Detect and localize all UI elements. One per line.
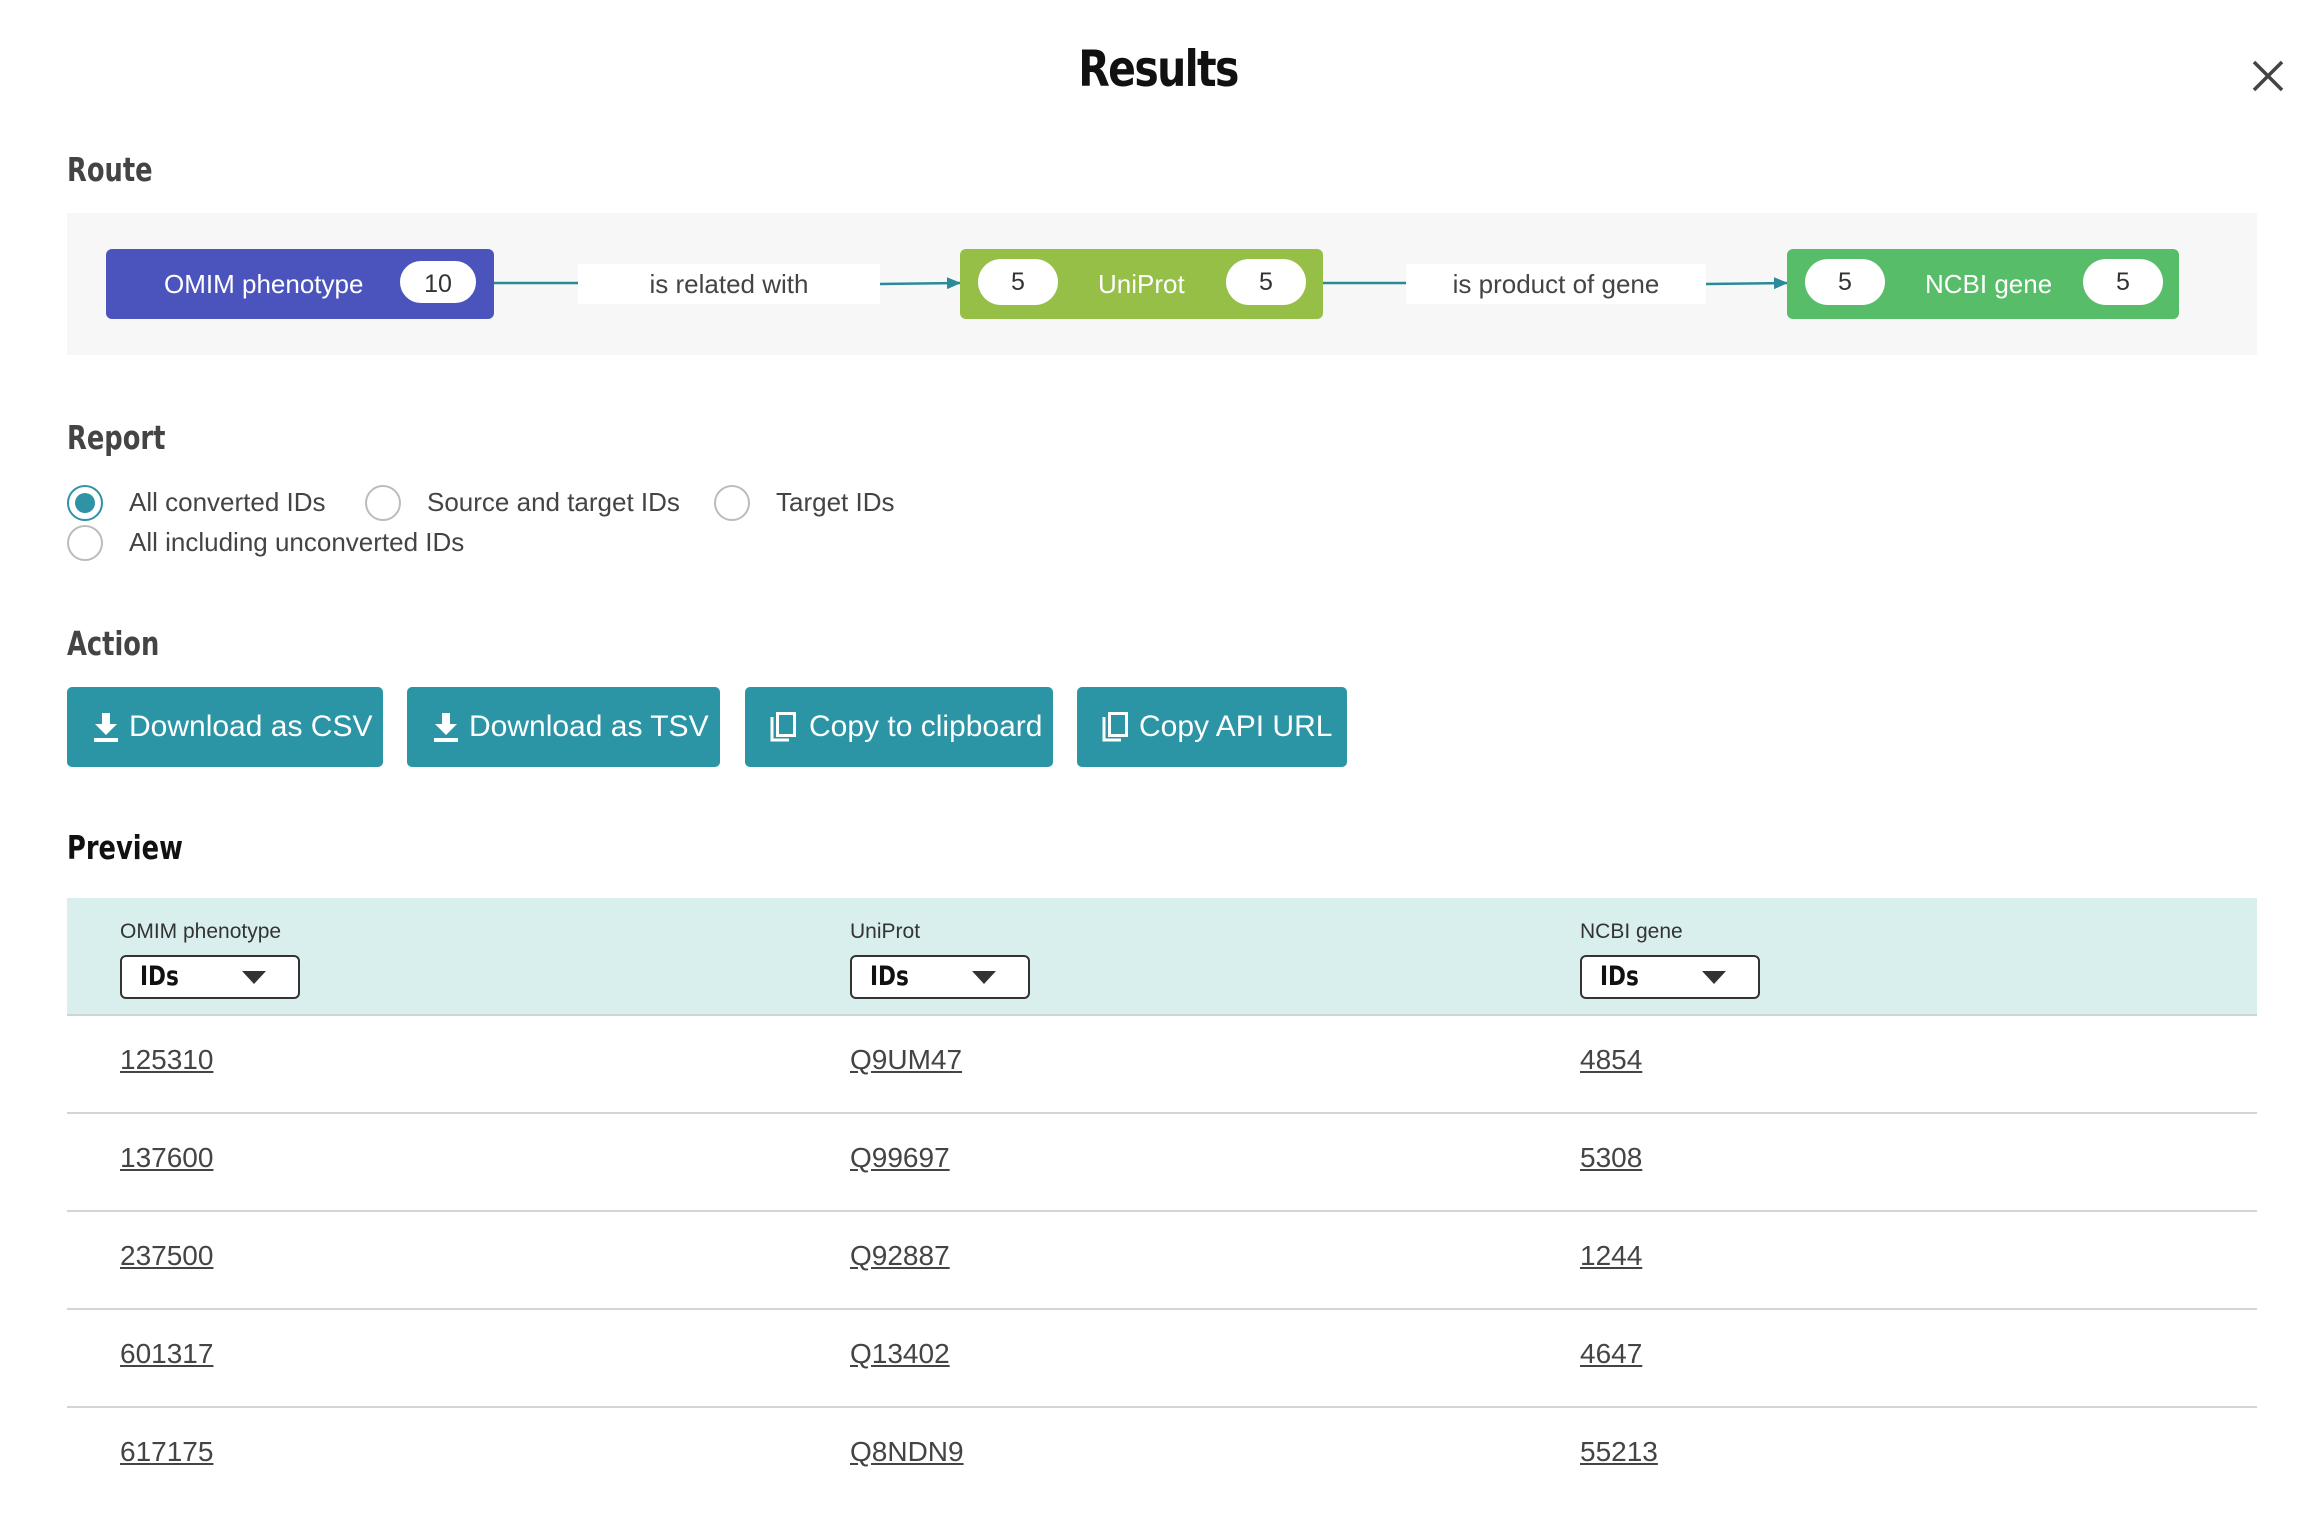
route-node-omim-phenotype[interactable]: OMIM phenotype 10 [106, 249, 494, 319]
chevron-down-icon [1702, 971, 1726, 984]
select-value: IDs [140, 961, 179, 992]
table-row: 137600 Q99697 5308 [67, 1114, 2257, 1212]
table-cell-link[interactable]: Q9UM47 [850, 1044, 962, 1076]
table-cell-link[interactable]: 601317 [120, 1338, 213, 1370]
copy-icon [770, 712, 796, 742]
node-label: OMIM phenotype [164, 269, 364, 299]
radio-label: All converted IDs [129, 487, 326, 517]
download-icon [434, 713, 458, 742]
route-node-ncbi-gene[interactable]: 5 NCBI gene 5 [1787, 249, 2179, 319]
column-select-ncbi-gene[interactable]: IDs [1580, 955, 1760, 999]
copy-api-url-button[interactable]: Copy API URL [1077, 687, 1347, 767]
table-cell-link[interactable]: Q8NDN9 [850, 1436, 964, 1468]
radio-dot [75, 493, 95, 513]
route-edge-label: is related with [578, 264, 880, 304]
chevron-down-icon [972, 971, 996, 984]
radio-all-including-unconverted-ids[interactable]: All including unconverted IDs [67, 525, 487, 565]
table-header [67, 898, 2257, 1016]
select-value: IDs [1600, 961, 1639, 992]
dialog-title: Results [1078, 40, 1239, 98]
chevron-down-icon [242, 971, 266, 984]
table-row: 601317 Q13402 4647 [67, 1310, 2257, 1408]
column-select-omim-phenotype[interactable]: IDs [120, 955, 300, 999]
table-cell-link[interactable]: Q13402 [850, 1338, 950, 1370]
column-select-uniprot[interactable]: IDs [850, 955, 1030, 999]
button-label: Download as CSV [129, 710, 373, 743]
table-row: 237500 Q92887 1244 [67, 1212, 2257, 1310]
table-cell-link[interactable]: 137600 [120, 1142, 213, 1174]
column-label-uniprot: UniProt [850, 920, 921, 943]
route-node-uniprot[interactable]: 5 UniProt 5 [960, 249, 1323, 319]
node-out-count: 10 [398, 259, 478, 305]
results-dialog: Results Route OMIM phenotype 10 is relat… [0, 0, 2316, 1530]
radio-source-and-target-ids[interactable]: Source and target IDs [365, 485, 685, 525]
node-in-count: 5 [978, 259, 1058, 305]
node-out-count: 5 [1226, 259, 1306, 305]
route-edge-label: is product of gene [1406, 264, 1706, 304]
radio-label: All including unconverted IDs [129, 527, 465, 557]
radio-circle[interactable] [365, 485, 401, 521]
radio-label: Source and target IDs [427, 487, 680, 517]
column-label-omim-phenotype: OMIM phenotype [120, 920, 282, 943]
table-cell-link[interactable]: 5308 [1580, 1142, 1642, 1174]
table-row: 617175 Q8NDN9 55213 [67, 1408, 2257, 1504]
action-section-title: Action [67, 624, 160, 663]
copy-to-clipboard-button[interactable]: Copy to clipboard [745, 687, 1053, 767]
button-label: Download as TSV [469, 710, 709, 743]
table-cell-link[interactable]: 1244 [1580, 1240, 1642, 1272]
route-section-title: Route [67, 150, 153, 189]
table-cell-link[interactable]: 617175 [120, 1436, 213, 1468]
table-cell-link[interactable]: Q99697 [850, 1142, 950, 1174]
table-cell-link[interactable]: 237500 [120, 1240, 213, 1272]
button-label: Copy API URL [1139, 710, 1333, 743]
download-icon [94, 713, 118, 742]
radio-label: Target IDs [776, 487, 895, 517]
node-label: UniProt [1098, 269, 1185, 299]
copy-icon [1102, 712, 1128, 742]
radio-circle[interactable] [714, 485, 750, 521]
radio-target-ids[interactable]: Target IDs [714, 485, 914, 525]
radio-all-converted-ids[interactable]: All converted IDs [67, 485, 337, 525]
node-out-count: 5 [2083, 259, 2163, 305]
table-cell-link[interactable]: 55213 [1580, 1436, 1658, 1468]
radio-circle[interactable] [67, 525, 103, 561]
download-csv-button[interactable]: Download as CSV [67, 687, 383, 767]
table-cell-link[interactable]: 4854 [1580, 1044, 1642, 1076]
node-in-count: 5 [1805, 259, 1885, 305]
select-value: IDs [870, 961, 909, 992]
node-label: NCBI gene [1925, 269, 2053, 299]
report-section-title: Report [67, 418, 166, 457]
table-row: 125310 Q9UM47 4854 [67, 1016, 2257, 1114]
table-cell-link[interactable]: 4647 [1580, 1338, 1642, 1370]
column-label-ncbi-gene: NCBI gene [1580, 920, 1683, 943]
download-tsv-button[interactable]: Download as TSV [407, 687, 720, 767]
table-cell-link[interactable]: 125310 [120, 1044, 213, 1076]
button-label: Copy to clipboard [809, 710, 1043, 743]
table-cell-link[interactable]: Q92887 [850, 1240, 950, 1272]
close-icon[interactable] [2246, 54, 2290, 98]
preview-section-title: Preview [67, 828, 183, 867]
radio-circle[interactable] [67, 485, 103, 521]
